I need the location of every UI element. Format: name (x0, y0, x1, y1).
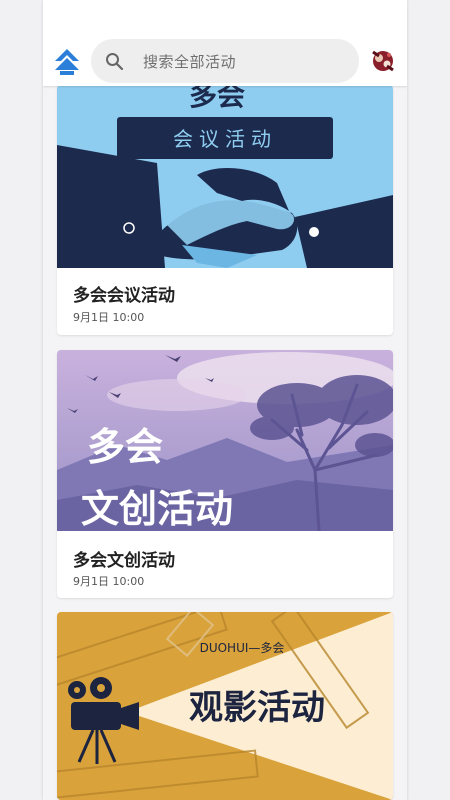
search-icon (106, 53, 123, 70)
banner-label: 会议活动 (173, 127, 277, 151)
activity-card-meeting[interactable]: 多会 会议活动 多会会议活动 9月1日 10:00 (57, 85, 393, 335)
app-screen: 搜索全部活动 多会 会议活动 多会会议活动 9月1日 10:00 多会 文创活动… (43, 0, 407, 800)
banner-top-text: 多会 (189, 85, 245, 112)
card-title: 多会文创活动 (73, 551, 175, 571)
avatar-icon[interactable] (369, 46, 397, 76)
logo-icon[interactable] (55, 49, 79, 75)
search-placeholder: 搜索全部活动 (143, 53, 237, 71)
banner-sub: DUOHUI—多会 (200, 641, 285, 655)
banner-line2: 文创活动 (81, 487, 233, 531)
banner-line1: 多会 (87, 425, 163, 469)
card-date: 9月1日 10:00 (73, 311, 145, 324)
banner-meeting: 多会 会议活动 (57, 85, 393, 268)
activity-card-film[interactable]: DUOHUI—多会 观影活动 (57, 612, 393, 800)
search-bar[interactable]: 搜索全部活动 (91, 39, 359, 83)
activity-card-culture[interactable]: 多会 文创活动 多会文创活动 9月1日 10:00 (57, 350, 393, 598)
card-title: 多会会议活动 (73, 286, 175, 306)
card-date: 9月1日 10:00 (73, 575, 145, 588)
banner-film: DUOHUI—多会 观影活动 (57, 612, 393, 800)
banner-title: 观影活动 (189, 688, 325, 728)
banner-culture: 多会 文创活动 (57, 350, 393, 531)
top-bar: 搜索全部活动 (43, 0, 407, 86)
